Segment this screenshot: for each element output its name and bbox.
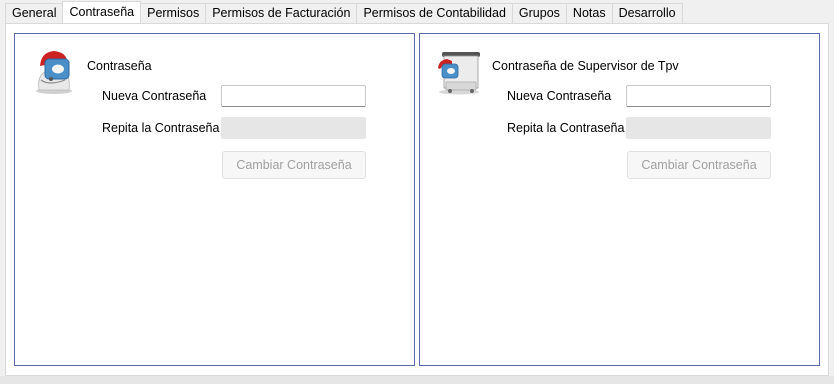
supervisor-new-password-label: Nueva Contraseña <box>507 89 612 103</box>
tab-permisos-contabilidad[interactable]: Permisos de Contabilidad <box>356 3 513 23</box>
tab-grupos[interactable]: Grupos <box>511 3 567 23</box>
tab-content: Contraseña Nueva Contraseña Repita la Co… <box>5 23 829 376</box>
password-panel-title: Contraseña <box>87 59 152 73</box>
pos-terminal-icon <box>438 52 480 95</box>
supervisor-repeat-password-field[interactable] <box>626 117 771 139</box>
tab-general[interactable]: General <box>5 3 64 23</box>
tab-notas[interactable]: Notas <box>565 3 613 23</box>
tab-desarrollo[interactable]: Desarrollo <box>611 3 683 23</box>
user-password-icon <box>36 51 72 94</box>
tab-permisos-facturacion[interactable]: Permisos de Facturación <box>205 3 358 23</box>
repeat-password-field[interactable] <box>221 117 366 139</box>
new-password-field[interactable] <box>221 85 366 107</box>
tab-bar: General Contraseña Permisos Permisos de … <box>5 1 683 23</box>
password-panel: Contraseña Nueva Contraseña Repita la Co… <box>14 33 415 366</box>
repeat-password-label: Repita la Contraseña <box>102 121 220 135</box>
change-password-button[interactable]: Cambiar Contraseña <box>222 151 366 179</box>
tab-permisos[interactable]: Permisos <box>140 3 207 23</box>
tab-contrasena[interactable]: Contraseña <box>62 1 142 23</box>
supervisor-password-panel: Contraseña de Supervisor de Tpv Nueva Co… <box>419 33 820 366</box>
window-bottom-edge <box>0 376 834 384</box>
supervisor-new-password-field[interactable] <box>626 85 771 107</box>
supervisor-panel-title: Contraseña de Supervisor de Tpv <box>492 59 679 73</box>
supervisor-repeat-password-label: Repita la Contraseña <box>507 121 625 135</box>
supervisor-change-password-button[interactable]: Cambiar Contraseña <box>627 151 771 179</box>
new-password-label: Nueva Contraseña <box>102 89 207 103</box>
